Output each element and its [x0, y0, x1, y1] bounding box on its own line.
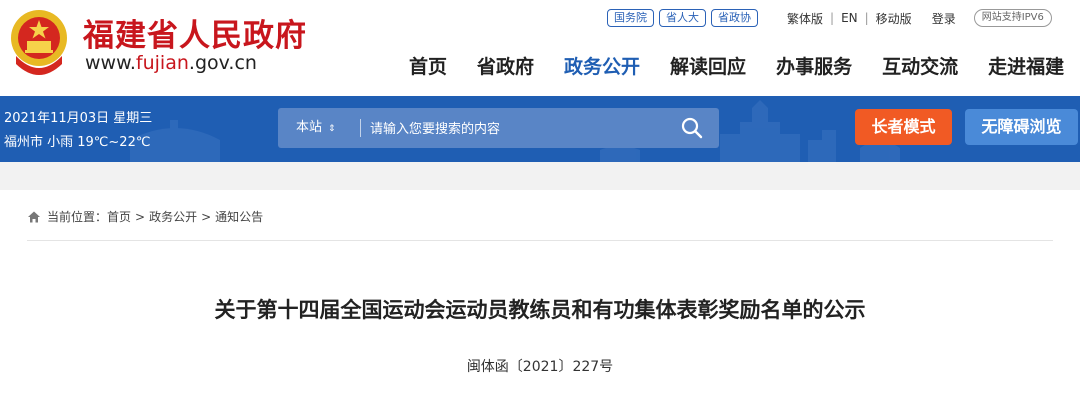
site-url-highlight: fujian: [135, 52, 189, 74]
nav-services[interactable]: 办事服务: [776, 52, 852, 79]
nav-interaction[interactable]: 互动交流: [882, 52, 958, 79]
nav-government-affairs[interactable]: 政务公开: [564, 52, 640, 79]
breadcrumb-separator: >: [201, 209, 212, 224]
national-emblem-icon: [11, 10, 67, 75]
divider: |: [864, 11, 869, 25]
nav-about-fujian[interactable]: 走进福建: [988, 52, 1064, 79]
elder-mode-button[interactable]: 长者模式: [855, 109, 952, 145]
weather-info: 福州市 小雨 19℃~22℃: [4, 135, 151, 150]
link-traditional-chinese[interactable]: 繁体版: [787, 10, 823, 27]
search-scope-label: 本站: [296, 120, 323, 135]
main-nav: 首页 省政府 政务公开 解读回应 办事服务 互动交流 走进福建: [409, 52, 1064, 79]
main-content: 当前位置： 首页 > 政务公开 > 通知公告 关于第十四届全国运动会运动员教练员…: [0, 190, 1080, 407]
search-icon[interactable]: [678, 114, 706, 142]
breadcrumb-prefix: 当前位置：: [47, 210, 108, 224]
nav-home[interactable]: 首页: [409, 52, 447, 79]
breadcrumb-separator: >: [135, 209, 146, 224]
document-title: 关于第十四届全国运动会运动员教练员和有功集体表彰奖励名单的公示: [214, 298, 866, 322]
link-provincial-cppcc[interactable]: 省政协: [711, 9, 758, 27]
search-scope-select[interactable]: 本站 ⇕: [296, 108, 336, 148]
breadcrumb-home[interactable]: 首页: [107, 208, 131, 225]
search-input[interactable]: [368, 113, 672, 145]
breadcrumb-government-affairs[interactable]: 政务公开: [149, 208, 197, 225]
breadcrumb-notices[interactable]: 通知公告: [215, 208, 263, 225]
ipv6-badge[interactable]: 网站支持IPV6: [973, 9, 1052, 27]
site-url-suffix: .gov.cn: [188, 52, 257, 74]
site-url: www.fujian.gov.cn: [85, 52, 257, 74]
updown-arrows-icon: ⇕: [328, 124, 336, 134]
nav-interpretation[interactable]: 解读回应: [670, 52, 746, 79]
home-icon: [28, 211, 40, 222]
accessibility-button[interactable]: 无障碍浏览: [965, 109, 1078, 145]
breadcrumb: 当前位置： 首页 > 政务公开 > 通知公告: [27, 208, 263, 225]
divider: |: [830, 11, 835, 25]
nav-provincial-government[interactable]: 省政府: [477, 52, 534, 79]
search-banner: 2021年11月03日 星期三 福州市 小雨 19℃~22℃ 本站⇕ 长者模式 …: [0, 96, 1080, 162]
document-number: 闽体函〔2021〕227号: [466, 359, 614, 375]
site-url-prefix: www.: [85, 52, 136, 74]
divider: [360, 119, 361, 137]
search-box: 本站 ⇕: [278, 108, 719, 148]
link-english[interactable]: EN: [841, 11, 858, 25]
current-date: 2021年11月03日 星期三: [4, 111, 153, 126]
link-mobile[interactable]: 移动版: [876, 10, 912, 27]
site-header: 福建省人民政府 www.fujian.gov.cn 国务院 省人大 省政协 繁体…: [0, 0, 1080, 96]
link-provincial-congress[interactable]: 省人大: [659, 9, 706, 27]
login-link[interactable]: 登录: [932, 10, 956, 27]
divider: [27, 240, 1053, 241]
site-title[interactable]: 福建省人民政府: [83, 10, 307, 55]
top-links-bar: 国务院 省人大 省政协 繁体版 | EN | 移动版 登录 网站支持IPV6: [607, 9, 1052, 27]
link-state-council[interactable]: 国务院: [607, 9, 654, 27]
